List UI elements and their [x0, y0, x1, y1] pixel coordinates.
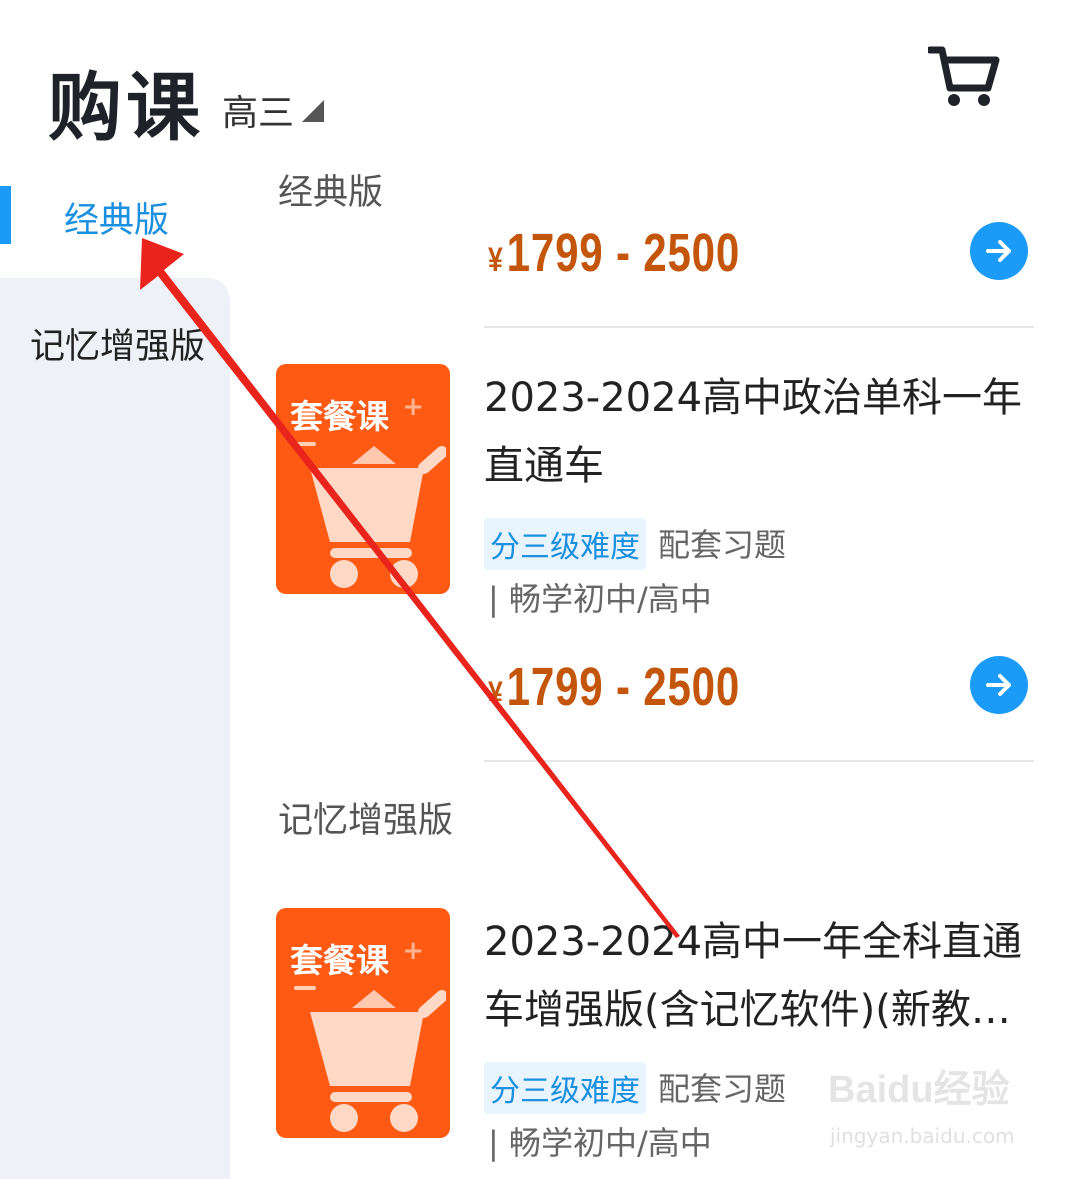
course-thumbnail[interactable]: 套餐课 + [276, 908, 450, 1138]
currency-symbol: ¥ [488, 241, 504, 279]
course-thumbnail[interactable]: 套餐课 + [276, 364, 450, 594]
course-title[interactable]: 2023-2024高中一年全科直通车增强版(含记忆软件)(新教… [484, 908, 1034, 1044]
course-provider: | 畅学初中/高中 [488, 580, 712, 618]
section-title-classic: 经典版 [278, 173, 384, 213]
cart-icon[interactable] [928, 44, 1000, 110]
course-title[interactable]: 2023-2024高中政治单科一年直通车 [484, 364, 1034, 500]
sidebar [0, 278, 230, 1179]
watermark-url: jingyan.baidu.com [830, 1124, 1015, 1148]
arrow-right-icon [986, 674, 1011, 696]
sidebar-item-memory-enhanced[interactable]: 记忆增强版 [30, 318, 205, 369]
price-value: 1799 - 2500 [506, 657, 741, 717]
dropdown-triangle-icon[interactable] [302, 100, 324, 122]
sidebar-item-classic[interactable]: 经典版 [64, 192, 169, 243]
shopping-cart-illustration [310, 990, 446, 1132]
difficulty-tag: 分三级难度 [484, 1062, 646, 1114]
shopping-cart-illustration [310, 446, 446, 588]
page-title: 购课 [48, 65, 204, 151]
baidu-watermark: Baidu经验 jingyan.baidu.com [828, 1058, 1028, 1158]
price-value: 1799 - 2500 [506, 223, 741, 283]
exercise-tag: 配套习题 [658, 1070, 787, 1108]
course-provider: | 畅学初中/高中 [488, 1124, 712, 1162]
grade-selector[interactable]: 高三 [222, 84, 294, 136]
exercise-tag: 配套习题 [658, 526, 787, 564]
section-title-memory-enhanced: 记忆增强版 [278, 801, 454, 841]
arrow-right-icon [986, 240, 1011, 262]
plus-icon: + [402, 392, 424, 422]
course-price: ¥1799 - 2500 [488, 656, 740, 718]
divider [484, 326, 1034, 328]
arrow-right-button[interactable] [970, 656, 1028, 714]
price-range: ¥1799 - 2500 [488, 222, 740, 284]
plus-icon: + [402, 936, 424, 966]
currency-symbol: ¥ [488, 675, 504, 713]
arrow-right-button[interactable] [970, 222, 1028, 280]
sidebar-active-indicator [0, 186, 11, 244]
watermark-brand: Baidu经验 [828, 1069, 1010, 1111]
difficulty-tag: 分三级难度 [484, 518, 646, 570]
divider [484, 760, 1034, 762]
